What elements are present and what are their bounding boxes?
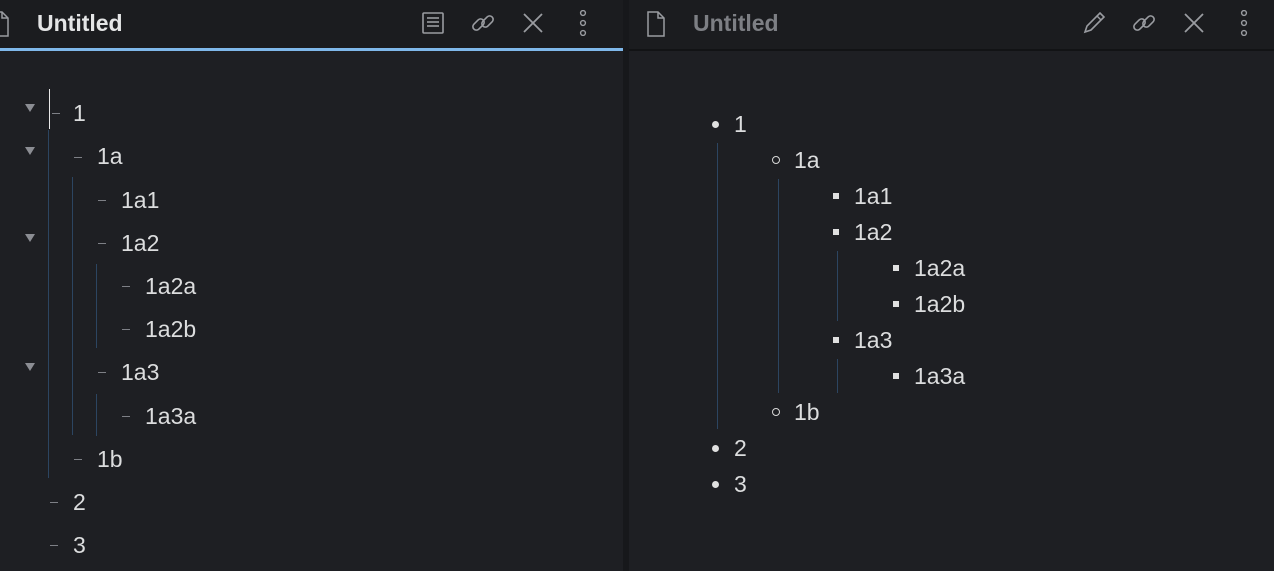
fold-arrow-1a3[interactable] — [25, 363, 35, 371]
more-options-icon[interactable] — [1230, 9, 1258, 37]
fold-arrow-1a[interactable] — [25, 147, 35, 155]
preview-list-item: 1a2a — [914, 255, 966, 281]
indent-guide — [837, 251, 838, 321]
preview-header: Untitled — [629, 0, 1274, 51]
list-bullet-circle — [772, 156, 780, 164]
list-bullet-square — [833, 229, 839, 235]
indent-guide — [778, 179, 779, 393]
list-marker — [98, 372, 106, 373]
indent-guide — [837, 359, 838, 393]
editor-line[interactable]: 3 — [73, 532, 86, 558]
editor-line[interactable]: 1a3a — [145, 403, 196, 429]
indent-guide — [717, 143, 718, 429]
list-marker — [50, 502, 58, 503]
list-bullet-square — [893, 373, 899, 379]
more-options-icon[interactable] — [569, 9, 597, 37]
preview-list-item: 1b — [794, 399, 820, 425]
fold-arrow-1[interactable] — [25, 104, 35, 112]
preview-list-item: 1a1 — [854, 183, 893, 209]
editor-line[interactable]: 2 — [73, 489, 86, 515]
preview-list-item: 3 — [734, 471, 747, 497]
list-bullet-disc — [712, 121, 719, 128]
list-bullet-circle — [772, 408, 780, 416]
reading-view-icon[interactable] — [419, 9, 447, 37]
text-cursor — [49, 89, 50, 129]
list-marker — [98, 243, 106, 244]
list-bullet-disc — [712, 445, 719, 452]
list-marker — [74, 157, 82, 158]
preview-list-item: 1a2b — [914, 291, 966, 317]
editor-line[interactable]: 1a2 — [121, 230, 159, 256]
preview-title[interactable]: Untitled — [693, 10, 779, 37]
preview-list-item: 1a — [794, 147, 820, 173]
edit-pencil-icon[interactable] — [1080, 9, 1108, 37]
file-icon — [0, 11, 9, 37]
editor-line[interactable]: 1a3 — [121, 359, 159, 385]
close-icon[interactable] — [1180, 9, 1208, 37]
list-marker — [122, 416, 130, 417]
link-icon[interactable] — [469, 9, 497, 37]
editor-line[interactable]: 1a — [97, 143, 123, 169]
indent-guide — [48, 130, 49, 478]
editor-line[interactable]: 1b — [97, 446, 123, 472]
preview-list-item: 1a2 — [854, 219, 893, 245]
indent-guide — [96, 394, 97, 436]
list-bullet-square — [833, 193, 839, 199]
link-icon[interactable] — [1130, 9, 1158, 37]
list-marker — [98, 200, 106, 201]
preview-list-item: 1 — [734, 111, 747, 137]
list-marker — [52, 113, 60, 114]
fold-arrow-1a2[interactable] — [25, 234, 35, 242]
list-marker — [122, 286, 130, 287]
preview-list-item: 1a3 — [854, 327, 893, 353]
list-marker — [74, 459, 82, 460]
file-icon — [647, 11, 665, 37]
editor-line[interactable]: 1a2b — [145, 316, 196, 342]
list-marker — [50, 545, 58, 546]
list-marker — [122, 329, 130, 330]
list-bullet-square — [833, 337, 839, 343]
editor-line[interactable]: 1 — [73, 100, 86, 126]
preview-pane: Untitled 1 1a 1a1 1a2 1a2a 1a2b 1a3 1a3a… — [629, 0, 1274, 571]
list-bullet-disc — [712, 481, 719, 488]
editor-title[interactable]: Untitled — [37, 10, 123, 37]
list-bullet-square — [893, 301, 899, 307]
editor-pane: Untitled 1 1a 1a1 1a2 1a2a 1a2b 1a3 1a3a… — [0, 0, 623, 571]
indent-guide — [72, 177, 73, 435]
preview-list-item: 2 — [734, 435, 747, 461]
close-icon[interactable] — [519, 9, 547, 37]
list-bullet-square — [893, 265, 899, 271]
preview-list-item: 1a3a — [914, 363, 966, 389]
indent-guide — [96, 264, 97, 348]
editor-line[interactable]: 1a2a — [145, 273, 196, 299]
editor-line[interactable]: 1a1 — [121, 187, 159, 213]
editor-header: Untitled — [0, 0, 623, 51]
